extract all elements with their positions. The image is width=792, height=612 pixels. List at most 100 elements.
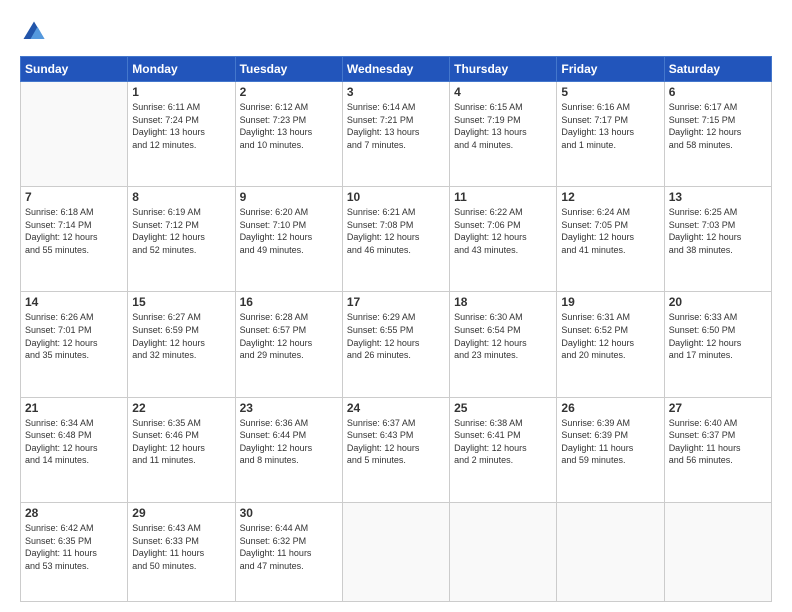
calendar-cell: 25Sunrise: 6:38 AM Sunset: 6:41 PM Dayli… bbox=[450, 397, 557, 502]
calendar-cell: 28Sunrise: 6:42 AM Sunset: 6:35 PM Dayli… bbox=[21, 502, 128, 601]
day-info: Sunrise: 6:11 AM Sunset: 7:24 PM Dayligh… bbox=[132, 101, 230, 151]
day-number: 20 bbox=[669, 295, 767, 309]
calendar-cell bbox=[21, 82, 128, 187]
day-info: Sunrise: 6:16 AM Sunset: 7:17 PM Dayligh… bbox=[561, 101, 659, 151]
day-number: 5 bbox=[561, 85, 659, 99]
day-info: Sunrise: 6:22 AM Sunset: 7:06 PM Dayligh… bbox=[454, 206, 552, 256]
calendar-week-3: 21Sunrise: 6:34 AM Sunset: 6:48 PM Dayli… bbox=[21, 397, 772, 502]
day-number: 27 bbox=[669, 401, 767, 415]
weekday-header-monday: Monday bbox=[128, 57, 235, 82]
day-info: Sunrise: 6:31 AM Sunset: 6:52 PM Dayligh… bbox=[561, 311, 659, 361]
day-number: 9 bbox=[240, 190, 338, 204]
day-number: 22 bbox=[132, 401, 230, 415]
day-number: 4 bbox=[454, 85, 552, 99]
calendar-week-4: 28Sunrise: 6:42 AM Sunset: 6:35 PM Dayli… bbox=[21, 502, 772, 601]
calendar-header: SundayMondayTuesdayWednesdayThursdayFrid… bbox=[21, 57, 772, 82]
calendar-cell: 1 Sunrise: 6:11 AM Sunset: 7:24 PM Daylig… bbox=[128, 82, 235, 187]
day-info: Sunrise: 6:43 AM Sunset: 6:33 PM Dayligh… bbox=[132, 522, 230, 572]
day-info: Sunrise: 6:12 AM Sunset: 7:23 PM Dayligh… bbox=[240, 101, 338, 151]
calendar-table: SundayMondayTuesdayWednesdayThursdayFrid… bbox=[20, 56, 772, 602]
day-info: Sunrise: 6:37 AM Sunset: 6:43 PM Dayligh… bbox=[347, 417, 445, 467]
day-info: Sunrise: 6:15 AM Sunset: 7:19 PM Dayligh… bbox=[454, 101, 552, 151]
calendar-cell: 26 Sunrise: 6:39 AM Sunset: 6:39 PM Dayli… bbox=[557, 397, 664, 502]
calendar-cell: 22 Sunrise: 6:35 AM Sunset: 6:46 PM Dayli… bbox=[128, 397, 235, 502]
calendar-cell: 18Sunrise: 6:30 AM Sunset: 6:54 PM Dayli… bbox=[450, 292, 557, 397]
calendar-cell: 15 Sunrise: 6:27 AM Sunset: 6:59 PM Dayli… bbox=[128, 292, 235, 397]
calendar-cell: 12 Sunrise: 6:24 AM Sunset: 7:05 PM Dayli… bbox=[557, 187, 664, 292]
day-info: Sunrise: 6:17 AM Sunset: 7:15 PM Dayligh… bbox=[669, 101, 767, 151]
day-number: 23 bbox=[240, 401, 338, 415]
day-info: Sunrise: 6:33 AM Sunset: 6:50 PM Dayligh… bbox=[669, 311, 767, 361]
day-number: 16 bbox=[240, 295, 338, 309]
weekday-header-saturday: Saturday bbox=[664, 57, 771, 82]
calendar-cell: 27 Sunrise: 6:40 AM Sunset: 6:37 PM Dayli… bbox=[664, 397, 771, 502]
day-info: Sunrise: 6:21 AM Sunset: 7:08 PM Dayligh… bbox=[347, 206, 445, 256]
day-info: Sunrise: 6:25 AM Sunset: 7:03 PM Dayligh… bbox=[669, 206, 767, 256]
calendar-cell: 19 Sunrise: 6:31 AM Sunset: 6:52 PM Dayli… bbox=[557, 292, 664, 397]
calendar-cell: 30 Sunrise: 6:44 AM Sunset: 6:32 PM Dayli… bbox=[235, 502, 342, 601]
calendar-week-2: 14 Sunrise: 6:26 AM Sunset: 7:01 PM Dayli… bbox=[21, 292, 772, 397]
calendar-cell: 5 Sunrise: 6:16 AM Sunset: 7:17 PM Daylig… bbox=[557, 82, 664, 187]
day-number: 30 bbox=[240, 506, 338, 520]
day-info: Sunrise: 6:27 AM Sunset: 6:59 PM Dayligh… bbox=[132, 311, 230, 361]
day-info: Sunrise: 6:34 AM Sunset: 6:48 PM Dayligh… bbox=[25, 417, 123, 467]
day-number: 26 bbox=[561, 401, 659, 415]
day-info: Sunrise: 6:14 AM Sunset: 7:21 PM Dayligh… bbox=[347, 101, 445, 151]
day-info: Sunrise: 6:39 AM Sunset: 6:39 PM Dayligh… bbox=[561, 417, 659, 467]
day-number: 14 bbox=[25, 295, 123, 309]
day-number: 25 bbox=[454, 401, 552, 415]
day-info: Sunrise: 6:35 AM Sunset: 6:46 PM Dayligh… bbox=[132, 417, 230, 467]
calendar-cell: 2 Sunrise: 6:12 AM Sunset: 7:23 PM Daylig… bbox=[235, 82, 342, 187]
calendar-cell: 10Sunrise: 6:21 AM Sunset: 7:08 PM Dayli… bbox=[342, 187, 449, 292]
day-number: 12 bbox=[561, 190, 659, 204]
day-number: 19 bbox=[561, 295, 659, 309]
calendar-cell bbox=[557, 502, 664, 601]
day-number: 8 bbox=[132, 190, 230, 204]
day-info: Sunrise: 6:29 AM Sunset: 6:55 PM Dayligh… bbox=[347, 311, 445, 361]
calendar-cell: 13 Sunrise: 6:25 AM Sunset: 7:03 PM Dayli… bbox=[664, 187, 771, 292]
day-number: 7 bbox=[25, 190, 123, 204]
weekday-header-tuesday: Tuesday bbox=[235, 57, 342, 82]
day-number: 15 bbox=[132, 295, 230, 309]
day-number: 1 bbox=[132, 85, 230, 99]
calendar-cell: 29 Sunrise: 6:43 AM Sunset: 6:33 PM Dayli… bbox=[128, 502, 235, 601]
calendar-cell: 20 Sunrise: 6:33 AM Sunset: 6:50 PM Dayli… bbox=[664, 292, 771, 397]
day-number: 11 bbox=[454, 190, 552, 204]
day-number: 3 bbox=[347, 85, 445, 99]
weekday-header-thursday: Thursday bbox=[450, 57, 557, 82]
calendar-cell: 4 Sunrise: 6:15 AM Sunset: 7:19 PM Daylig… bbox=[450, 82, 557, 187]
day-number: 17 bbox=[347, 295, 445, 309]
day-info: Sunrise: 6:18 AM Sunset: 7:14 PM Dayligh… bbox=[25, 206, 123, 256]
day-number: 24 bbox=[347, 401, 445, 415]
calendar-cell: 14 Sunrise: 6:26 AM Sunset: 7:01 PM Dayli… bbox=[21, 292, 128, 397]
day-number: 29 bbox=[132, 506, 230, 520]
calendar-cell: 6Sunrise: 6:17 AM Sunset: 7:15 PM Daylig… bbox=[664, 82, 771, 187]
calendar-week-0: 1 Sunrise: 6:11 AM Sunset: 7:24 PM Daylig… bbox=[21, 82, 772, 187]
logo bbox=[20, 18, 52, 46]
day-info: Sunrise: 6:24 AM Sunset: 7:05 PM Dayligh… bbox=[561, 206, 659, 256]
calendar-cell: 11 Sunrise: 6:22 AM Sunset: 7:06 PM Dayli… bbox=[450, 187, 557, 292]
calendar-cell bbox=[342, 502, 449, 601]
day-info: Sunrise: 6:20 AM Sunset: 7:10 PM Dayligh… bbox=[240, 206, 338, 256]
calendar-cell: 3 Sunrise: 6:14 AM Sunset: 7:21 PM Daylig… bbox=[342, 82, 449, 187]
day-info: Sunrise: 6:28 AM Sunset: 6:57 PM Dayligh… bbox=[240, 311, 338, 361]
calendar-cell: 16 Sunrise: 6:28 AM Sunset: 6:57 PM Dayli… bbox=[235, 292, 342, 397]
calendar-cell bbox=[664, 502, 771, 601]
day-number: 2 bbox=[240, 85, 338, 99]
calendar-cell: 7 Sunrise: 6:18 AM Sunset: 7:14 PM Daylig… bbox=[21, 187, 128, 292]
weekday-header-sunday: Sunday bbox=[21, 57, 128, 82]
day-info: Sunrise: 6:36 AM Sunset: 6:44 PM Dayligh… bbox=[240, 417, 338, 467]
calendar-week-1: 7 Sunrise: 6:18 AM Sunset: 7:14 PM Daylig… bbox=[21, 187, 772, 292]
day-info: Sunrise: 6:42 AM Sunset: 6:35 PM Dayligh… bbox=[25, 522, 123, 572]
day-info: Sunrise: 6:40 AM Sunset: 6:37 PM Dayligh… bbox=[669, 417, 767, 467]
day-info: Sunrise: 6:30 AM Sunset: 6:54 PM Dayligh… bbox=[454, 311, 552, 361]
calendar-cell: 24 Sunrise: 6:37 AM Sunset: 6:43 PM Dayli… bbox=[342, 397, 449, 502]
day-number: 13 bbox=[669, 190, 767, 204]
page: SundayMondayTuesdayWednesdayThursdayFrid… bbox=[0, 0, 792, 612]
header bbox=[20, 18, 772, 46]
day-info: Sunrise: 6:44 AM Sunset: 6:32 PM Dayligh… bbox=[240, 522, 338, 572]
calendar-cell bbox=[450, 502, 557, 601]
calendar-cell: 23 Sunrise: 6:36 AM Sunset: 6:44 PM Dayli… bbox=[235, 397, 342, 502]
day-info: Sunrise: 6:26 AM Sunset: 7:01 PM Dayligh… bbox=[25, 311, 123, 361]
day-info: Sunrise: 6:19 AM Sunset: 7:12 PM Dayligh… bbox=[132, 206, 230, 256]
